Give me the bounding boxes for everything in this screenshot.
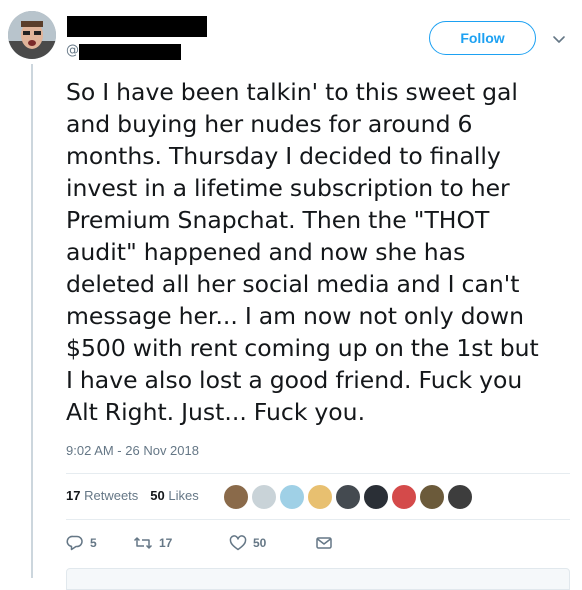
retweet-icon xyxy=(133,537,153,549)
tweet-stats: 17 Retweets 50 Likes xyxy=(66,488,199,503)
redacted-display-name xyxy=(67,16,207,37)
likes-stat[interactable]: 50 Likes xyxy=(150,488,198,503)
retweet-button[interactable]: 17 xyxy=(133,535,229,551)
author-avatar[interactable] xyxy=(8,11,56,59)
liker-avatar[interactable] xyxy=(223,484,249,510)
reply-icon xyxy=(66,535,83,551)
thread-line xyxy=(31,64,33,578)
liker-avatar[interactable] xyxy=(251,484,277,510)
retweets-label: Retweets xyxy=(84,488,139,503)
heart-icon xyxy=(229,535,247,551)
avatar-image xyxy=(8,11,56,59)
divider-top xyxy=(66,473,570,474)
reply-count: 5 xyxy=(90,536,97,550)
reply-box[interactable] xyxy=(66,568,570,590)
liker-avatar[interactable] xyxy=(363,484,389,510)
reply-button[interactable]: 5 xyxy=(66,535,133,551)
liker-avatar[interactable] xyxy=(335,484,361,510)
liker-avatars xyxy=(223,484,475,510)
likes-count: 50 xyxy=(150,488,165,503)
redacted-handle xyxy=(79,44,181,60)
liker-avatar[interactable] xyxy=(391,484,417,510)
liker-avatar[interactable] xyxy=(447,484,473,510)
liker-avatar[interactable] xyxy=(307,484,333,510)
liker-avatar[interactable] xyxy=(419,484,445,510)
like-count: 50 xyxy=(253,536,267,550)
retweets-count: 17 xyxy=(66,488,81,503)
tweet-actions: 5 17 50 xyxy=(66,535,333,551)
tweet-timestamp[interactable]: 9:02 AM - 26 Nov 2018 xyxy=(66,443,199,458)
like-button[interactable]: 50 xyxy=(229,535,315,551)
retweet-count: 17 xyxy=(159,536,173,550)
tweet-text: So I have been talkin' to this sweet gal… xyxy=(66,78,539,426)
chevron-down-icon[interactable] xyxy=(552,32,566,46)
envelope-icon xyxy=(316,537,332,549)
likes-label: Likes xyxy=(168,488,199,503)
divider-bottom xyxy=(66,519,570,520)
handle-at-sign: @ xyxy=(66,43,79,58)
follow-button[interactable]: Follow xyxy=(429,21,536,55)
direct-message-button[interactable] xyxy=(315,535,333,551)
retweets-stat[interactable]: 17 Retweets xyxy=(66,488,138,503)
liker-avatar[interactable] xyxy=(279,484,305,510)
